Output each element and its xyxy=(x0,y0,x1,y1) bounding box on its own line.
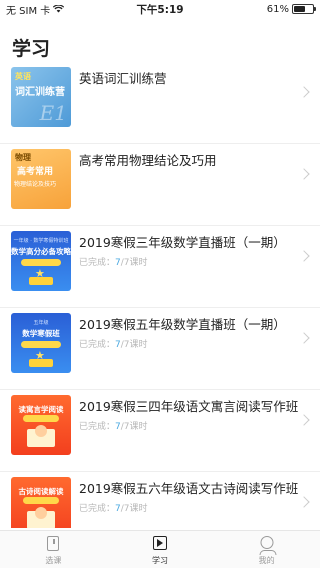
course-item-math-grade5[interactable]: 五年级 数学寒假班 ★ 2019寒假五年级数学直播班（一期） 已完成：7/7课时 xyxy=(0,308,320,390)
thumb-pedestal xyxy=(29,359,53,367)
tab-profile[interactable]: 我的 xyxy=(213,531,320,568)
thumb-name: 高考常用 xyxy=(17,167,54,177)
thumb-pill xyxy=(21,259,61,266)
kid-icon xyxy=(35,425,47,437)
progress-label: 已完成： xyxy=(79,340,116,350)
chevron-right-icon xyxy=(298,414,310,426)
thumb-top: 一年级 · 数学寒假特训班 xyxy=(13,238,69,244)
course-progress: 已完成：7/7课时 xyxy=(79,255,148,268)
study-play-icon xyxy=(153,536,167,550)
course-title: 高考常用物理结论及巧用 xyxy=(79,153,217,168)
course-thumbnail: 物理 高考常用 物理结论及技巧 xyxy=(11,149,71,209)
thumb-top: 五年级 xyxy=(33,320,49,326)
progress-label: 已完成： xyxy=(79,422,116,432)
thumb-pill xyxy=(23,497,59,504)
course-progress: 已完成：7/7课时 xyxy=(79,337,148,350)
course-thumbnail: 读寓言学阅读 xyxy=(11,395,71,455)
thumb-name: 词汇训练营 xyxy=(15,87,65,98)
tab-bar: 选课 学习 我的 xyxy=(0,530,320,568)
course-item-physics[interactable]: 物理 高考常用 物理结论及技巧 高考常用物理结论及巧用 xyxy=(0,144,320,226)
battery-icon xyxy=(292,4,316,14)
progress-label: 已完成： xyxy=(79,504,116,514)
course-item-math-grade3[interactable]: 一年级 · 数学寒假特训班 数学高分必备攻略 ★ 2019寒假三年级数学直播班（… xyxy=(0,226,320,308)
tab-course-select[interactable]: 选课 xyxy=(0,531,107,568)
chevron-right-icon xyxy=(298,496,310,508)
course-title: 2019寒假三四年级语文寓言阅读写作班 xyxy=(79,399,299,414)
chevron-right-icon xyxy=(298,86,310,98)
chevron-right-icon xyxy=(298,332,310,344)
course-thumbnail: 英语 词汇训练营 E1 xyxy=(11,67,71,127)
profile-icon xyxy=(259,536,277,555)
page-title: 学习 xyxy=(12,38,51,60)
thumb-pill xyxy=(21,341,61,348)
thumb-tag: 英语 xyxy=(15,72,31,81)
status-bar: 无 SIM 卡 下午5:19 61% xyxy=(0,0,320,18)
course-title: 2019寒假五六年级语文古诗阅读写作班 xyxy=(79,481,299,496)
chevron-right-icon xyxy=(298,250,310,262)
course-thumbnail: 五年级 数学寒假班 ★ xyxy=(11,313,71,373)
course-list[interactable]: 英语 词汇训练营 E1 英语词汇训练营 物理 高考常用 物理结论及技巧 高考常用… xyxy=(0,62,320,528)
tab-label: 学习 xyxy=(152,556,168,565)
progress-total: /7课时 xyxy=(120,422,148,432)
tab-label: 选课 xyxy=(45,556,62,565)
thumb-name: 数学高分必备攻略 xyxy=(11,247,71,256)
course-title: 2019寒假五年级数学直播班（一期） xyxy=(79,317,286,332)
thumb-name: 古诗阅读解读 xyxy=(18,487,64,496)
progress-total: /7课时 xyxy=(120,504,148,514)
kid-icon xyxy=(35,507,47,519)
course-title: 2019寒假三年级数学直播班（一期） xyxy=(79,235,286,250)
course-thumbnail: 一年级 · 数学寒假特训班 数学高分必备攻略 ★ xyxy=(11,231,71,291)
thumb-name: 读寓言学阅读 xyxy=(18,405,64,414)
course-progress: 已完成：7/7课时 xyxy=(79,419,148,432)
course-item-chinese-poetry[interactable]: 古诗阅读解读 2019寒假五六年级语文古诗阅读写作班 已完成：7/7课时 xyxy=(0,472,320,528)
progress-label: 已完成： xyxy=(79,258,116,268)
thumb-pill xyxy=(23,415,59,422)
course-item-english-vocab[interactable]: 英语 词汇训练营 E1 英语词汇训练营 xyxy=(0,62,320,144)
tab-study[interactable]: 学习 xyxy=(107,531,214,568)
thumb-pedestal xyxy=(29,277,53,285)
thumb-letters: E1 xyxy=(39,101,67,125)
thumb-tag: 物理 xyxy=(15,153,31,162)
progress-total: /7课时 xyxy=(120,258,148,268)
thumb-sub: 物理结论及技巧 xyxy=(14,181,57,188)
course-title: 英语词汇训练营 xyxy=(79,71,167,86)
tab-label: 我的 xyxy=(258,556,275,565)
course-progress: 已完成：7/7课时 xyxy=(79,501,148,514)
course-select-icon xyxy=(47,536,60,551)
thumb-name: 数学寒假班 xyxy=(22,329,60,338)
battery-fill xyxy=(294,6,305,12)
chevron-right-icon xyxy=(298,168,310,180)
progress-total: /7课时 xyxy=(120,340,148,350)
course-thumbnail: 古诗阅读解读 xyxy=(11,477,71,528)
course-item-chinese-fable[interactable]: 读寓言学阅读 2019寒假三四年级语文寓言阅读写作班 已完成：7/7课时 xyxy=(0,390,320,472)
status-time: 下午5:19 xyxy=(136,3,184,16)
